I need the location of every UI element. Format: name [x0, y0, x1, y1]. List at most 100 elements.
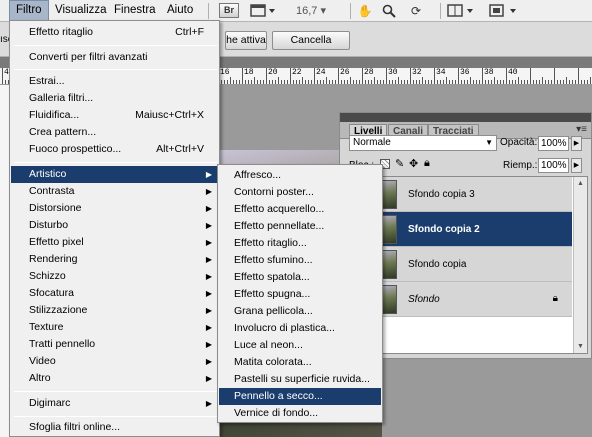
ruler-tick [272, 80, 273, 84]
menu-item-contrasta[interactable]: Contrasta ▶ [11, 183, 218, 200]
ruler-tick [431, 80, 432, 84]
ruler-label: 20 [268, 68, 278, 77]
cancel-button[interactable]: Cancella [272, 31, 350, 50]
menu-item-sfocatura[interactable]: Sfocatura ▶ [11, 285, 218, 302]
menu-aiuto[interactable]: Aiuto [161, 0, 199, 21]
menu-item-galleria-filtri[interactable]: Galleria filtri... [11, 90, 218, 107]
menu-visualizza[interactable]: Visualizza [49, 0, 113, 21]
chevron-down-icon: ▾ [320, 5, 327, 17]
submenu-item[interactable]: Effetto sfumino... [219, 252, 381, 269]
submenu-item[interactable]: Effetto ritaglio... [219, 235, 381, 252]
ruler-tick [380, 80, 381, 84]
menu-item-label: Crea pattern... [29, 126, 97, 138]
ruler-tick [392, 80, 393, 84]
submenu-item[interactable]: Effetto acquerello... [219, 201, 381, 218]
submenu-item-pennello-a-secco[interactable]: Pennello a secco... [219, 388, 381, 405]
fill-slider-button[interactable]: ▶ [571, 158, 582, 173]
ruler-tick [332, 80, 333, 84]
ruler-tick [557, 80, 558, 84]
menu-item-stilizzazione[interactable]: Stilizzazione ▶ [11, 302, 218, 319]
menu-item-artistico[interactable]: Artistico ▶ [11, 166, 218, 183]
bridge-button[interactable]: Br [219, 3, 239, 18]
screen-view-button[interactable] [487, 2, 519, 20]
menu-shortcut: Ctrl+F [175, 26, 204, 38]
scroll-down-icon[interactable]: ▼ [574, 340, 587, 353]
submenu-arrow-icon: ▶ [205, 170, 212, 179]
ruler-label: 36 [460, 68, 470, 77]
menu-item-crea-pattern[interactable]: Crea pattern... [11, 124, 218, 141]
menu-item-label: Altro [29, 372, 51, 384]
fill-field[interactable]: 100% [538, 158, 569, 173]
menu-filtro[interactable]: Filtro [9, 0, 49, 21]
menu-item-disturbo[interactable]: Disturbo ▶ [11, 217, 218, 234]
zoom-level[interactable]: 16,7 ▾ [296, 3, 326, 19]
menu-item-fluidifica[interactable]: Fluidifica... Maiusc+Ctrl+X [11, 107, 218, 124]
ruler-tick [494, 77, 495, 84]
submenu-item[interactable]: Involucro di plastica... [219, 320, 381, 337]
menu-item-label: Distorsione [29, 202, 82, 214]
blend-mode-select[interactable]: Normale ▼ [349, 135, 497, 151]
menu-item-estrai[interactable]: Estrai... [11, 73, 218, 90]
menu-separator [14, 69, 217, 70]
ruler-tick [584, 80, 585, 84]
opacity-slider-button[interactable]: ▶ [571, 136, 582, 151]
submenu-item[interactable]: Contorni poster... [219, 184, 381, 201]
menu-finestra[interactable]: Finestra [108, 0, 162, 21]
ruler-tick [452, 80, 453, 84]
screen-mode-button[interactable] [249, 2, 277, 20]
submenu-item[interactable]: Vernice di fondo... [219, 405, 381, 422]
submenu-item[interactable]: Effetto spugna... [219, 286, 381, 303]
ruler-label: 24 [316, 68, 326, 77]
rotate-view-button[interactable]: ⟳ [405, 2, 427, 20]
submenu-item[interactable]: Luce al neon... [219, 337, 381, 354]
ruler-tick [566, 77, 567, 84]
menu-item-video[interactable]: Video ▶ [11, 353, 218, 370]
panel-titlebar[interactable] [340, 113, 591, 122]
submenu-arrow-icon: ▶ [205, 187, 212, 196]
menu-item-converti[interactable]: Converti per filtri avanzati [11, 49, 218, 66]
menu-item-label: Effetto ritaglio [29, 26, 94, 38]
menu-item-effetto-ritaglio[interactable]: Effetto ritaglio Ctrl+F [11, 24, 218, 41]
ruler-tick [383, 80, 384, 84]
hand-tool-button[interactable]: ✋ [356, 2, 374, 20]
lock-pixels-icon[interactable]: ✎ [395, 157, 404, 170]
menu-item-effetto-pixel[interactable]: Effetto pixel ▶ [11, 234, 218, 251]
submenu-item[interactable]: Effetto spatola... [219, 269, 381, 286]
lock-position-icon[interactable]: ✥ [409, 157, 418, 170]
lock-all-icon[interactable]: 🔒︎ [424, 157, 430, 170]
menu-item-sfoglia-filtri[interactable]: Sfoglia filtri online... [11, 419, 218, 436]
panel-menu-icon[interactable]: ▾≡ [576, 124, 587, 135]
ruler-label: 22 [292, 68, 302, 77]
submenu-item[interactable]: Matita colorata... [219, 354, 381, 371]
ruler-tick [413, 80, 414, 84]
menu-item-label: Contrasta [29, 185, 75, 197]
submenu-item[interactable]: Affresco... [219, 167, 381, 184]
submenu-item[interactable]: Pastelli su superficie ruvida... [219, 371, 381, 388]
submenu-item[interactable]: Effetto pennellate... [219, 218, 381, 235]
scroll-up-icon[interactable]: ▲ [574, 177, 587, 190]
ruler-tick [314, 68, 315, 84]
ruler-tick [239, 80, 240, 84]
ruler-tick [476, 80, 477, 84]
ruler-tick [296, 80, 297, 84]
opacity-field[interactable]: 100% [538, 136, 569, 151]
zoom-tool-button[interactable] [380, 2, 398, 20]
ruler-tick [518, 77, 519, 84]
activate-button[interactable]: he attiva [225, 31, 267, 50]
ruler-tick [449, 80, 450, 84]
submenu-item[interactable]: Grana pellicola... [219, 303, 381, 320]
ruler-tick [578, 68, 579, 84]
menu-item-altro[interactable]: Altro ▶ [11, 370, 218, 387]
menu-item-schizzo[interactable]: Schizzo ▶ [11, 268, 218, 285]
arrange-documents-button[interactable] [446, 2, 476, 20]
menu-item-texture[interactable]: Texture ▶ [11, 319, 218, 336]
menu-item-digimarc[interactable]: Digimarc ▶ [11, 395, 218, 412]
menu-item-tratti-pennello[interactable]: Tratti pennello ▶ [11, 336, 218, 353]
menu-item-distorsione[interactable]: Distorsione ▶ [11, 200, 218, 217]
ruler-label: 18 [244, 68, 254, 77]
menu-item-rendering[interactable]: Rendering ▶ [11, 251, 218, 268]
ruler-tick [569, 80, 570, 84]
menu-item-fuoco-prospettico[interactable]: Fuoco prospettico... Alt+Ctrl+V [11, 141, 218, 158]
ruler-tick [464, 80, 465, 84]
layer-scrollbar[interactable]: ▲ ▼ [573, 177, 587, 353]
